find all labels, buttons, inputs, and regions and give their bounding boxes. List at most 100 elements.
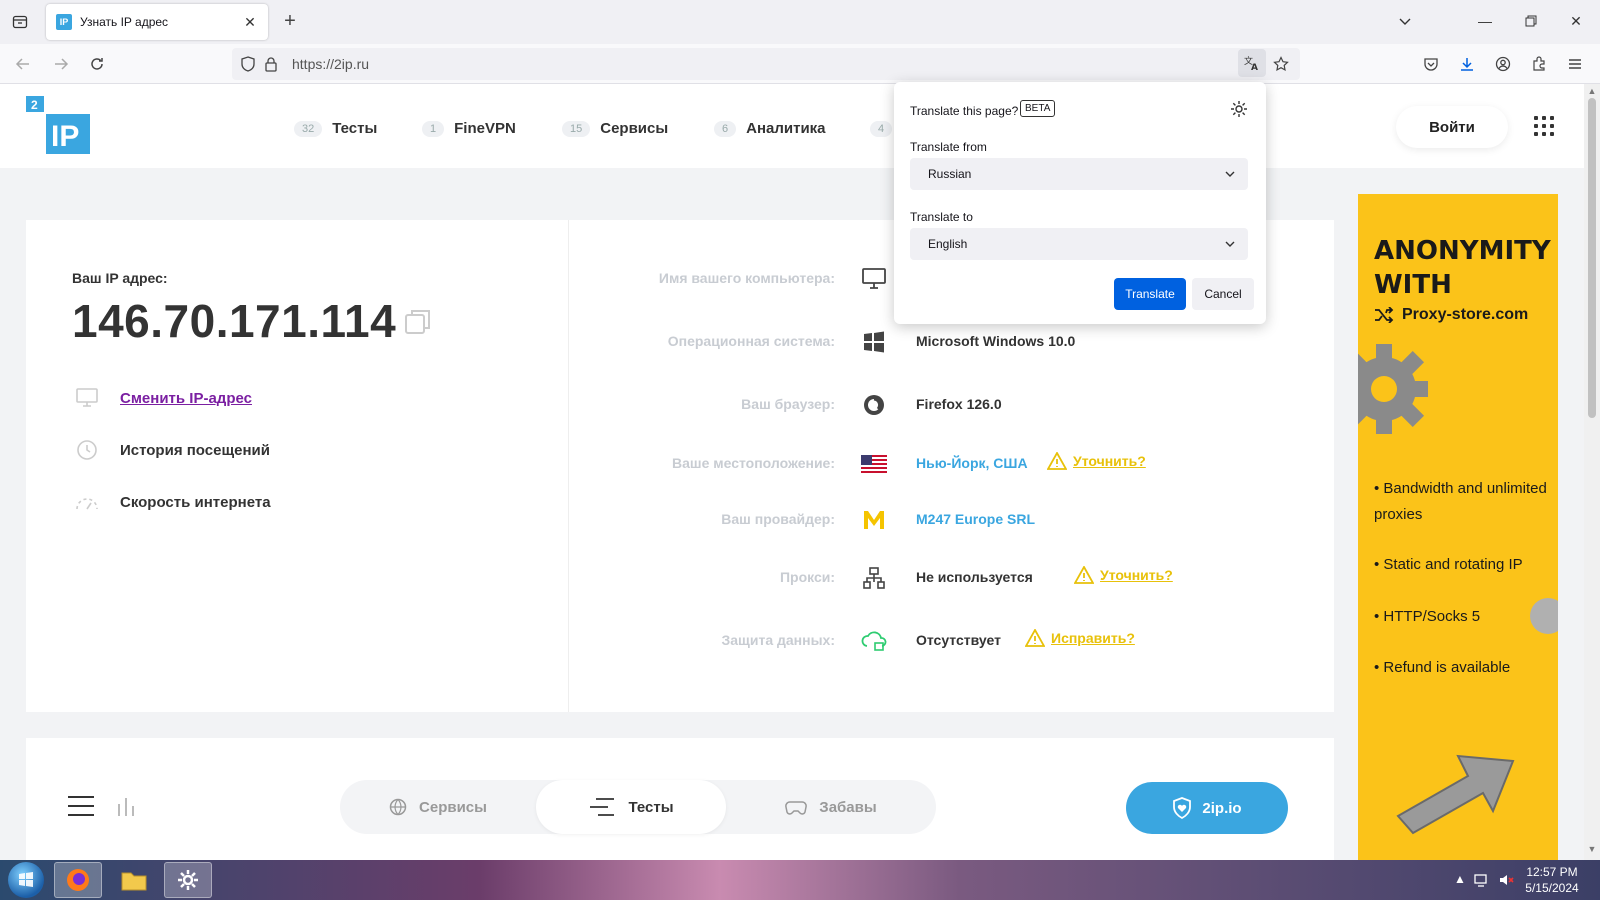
apps-grid-icon[interactable]: [1534, 116, 1554, 136]
internet-speed-label: Скорость интернета: [120, 493, 271, 511]
2ip-io-button[interactable]: 2ip.io: [1126, 782, 1288, 834]
category-switcher: Сервисы Тесты Забавы: [340, 780, 936, 834]
firefox-icon: [67, 869, 89, 891]
internet-speed-link[interactable]: Скорость интернета: [72, 490, 271, 514]
clarify-proxy-link[interactable]: Уточнить?: [1074, 566, 1173, 584]
gear-icon: [1358, 344, 1428, 434]
info-row-os: Операционная система: Microsoft Windows …: [569, 327, 1335, 357]
copy-icon[interactable]: [404, 308, 432, 336]
translate-page-icon[interactable]: 文A: [1238, 49, 1266, 77]
ad-title: ANONYMITY WITH: [1374, 234, 1551, 302]
menu-services[interactable]: 15 Сервисы: [562, 120, 668, 137]
translate-from-select[interactable]: Russian: [910, 158, 1248, 190]
monitor-arrow-icon: [72, 386, 102, 410]
menu-count: 15: [562, 120, 591, 137]
tab-list-icon[interactable]: [8, 10, 32, 34]
translate-to-value: English: [928, 237, 968, 251]
ad-bullet: • Bandwidth and unlimited proxies: [1374, 480, 1547, 523]
hamburger-menu-icon[interactable]: [68, 796, 94, 816]
shield-icon[interactable]: [240, 56, 256, 77]
site-logo[interactable]: 2 IP: [26, 96, 92, 162]
menu-count: 6: [714, 120, 737, 137]
close-window-button[interactable]: ✕: [1561, 8, 1591, 34]
minimize-button[interactable]: —: [1470, 8, 1500, 34]
account-icon[interactable]: [1490, 52, 1516, 76]
url-text[interactable]: https://2ip.ru: [292, 56, 369, 72]
login-button[interactable]: Войти: [1396, 106, 1508, 148]
lock-icon[interactable]: [264, 56, 278, 77]
close-tab-icon[interactable]: ✕: [242, 14, 258, 31]
ip-card: Ваш IP адрес: 146.70.171.114 Сменить IP-…: [26, 220, 568, 712]
stats-icon[interactable]: [116, 796, 140, 818]
scroll-down-icon[interactable]: ▼: [1584, 844, 1600, 858]
visit-history-label: История посещений: [120, 441, 270, 459]
forward-icon[interactable]: [48, 52, 74, 76]
tab-title: Узнать IP адрес: [80, 15, 169, 29]
shield-heart-icon: [1173, 797, 1192, 819]
advertisement-banner[interactable]: ANONYMITY WITH Proxy-store.com • Bandwid…: [1358, 194, 1558, 860]
web-page: 2 IP 32 Тесты 1 FineVPN 15 Сервисы 6 Ана…: [0, 84, 1584, 860]
browser-nav-bar: https://2ip.ru: [0, 44, 1600, 84]
network-tray-icon[interactable]: [1474, 872, 1490, 891]
chevron-down-icon: [1225, 171, 1235, 177]
provider-value[interactable]: M247 Europe SRL: [916, 511, 1035, 527]
svg-text:2: 2: [31, 98, 38, 112]
menu-label: FineVPN: [454, 120, 516, 137]
pocket-icon[interactable]: [1418, 52, 1444, 76]
segment-label: Забавы: [819, 798, 877, 816]
arrow-graphic: [1396, 754, 1515, 835]
tray-overflow-icon[interactable]: ▲: [1454, 872, 1466, 886]
change-ip-link[interactable]: Сменить IP-адрес: [72, 386, 252, 410]
info-label: Ваш браузер:: [741, 396, 835, 412]
firefox-icon: [861, 392, 887, 418]
clarify-label: Уточнить?: [1073, 453, 1146, 469]
translate-from-value: Russian: [928, 167, 972, 181]
reload-icon[interactable]: [84, 52, 110, 76]
menu-tests[interactable]: 32 Тесты: [294, 120, 377, 137]
info-label: Защита данных:: [721, 632, 836, 648]
extensions-icon[interactable]: [1526, 52, 1552, 76]
popup-title: Translate this page?: [910, 104, 1019, 118]
translate-to-select[interactable]: English: [910, 228, 1248, 260]
back-icon[interactable]: [10, 52, 36, 76]
app-menu-icon[interactable]: [1562, 52, 1588, 76]
browser-tab[interactable]: IP Узнать IP адрес ✕: [46, 4, 268, 40]
ad-title-line2: WITH: [1374, 270, 1452, 300]
taskbar-firefox[interactable]: [54, 862, 102, 898]
segment-services[interactable]: Сервисы: [340, 780, 536, 834]
downloads-icon[interactable]: [1454, 52, 1480, 76]
fix-protection-link[interactable]: Исправить?: [1025, 629, 1135, 647]
cancel-button[interactable]: Cancel: [1192, 278, 1254, 310]
visit-history-link[interactable]: История посещений: [72, 438, 270, 462]
sphere-graphic: [1530, 598, 1558, 634]
ip-address-value[interactable]: 146.70.171.114: [72, 294, 396, 348]
settings-gear-icon[interactable]: [1230, 100, 1248, 118]
scroll-thumb[interactable]: [1588, 98, 1596, 418]
taskbar-settings[interactable]: [164, 862, 212, 898]
menu-finevpn[interactable]: 1 FineVPN: [422, 120, 516, 137]
info-label: Ваше местоположение:: [672, 455, 835, 471]
new-tab-button[interactable]: +: [278, 10, 302, 34]
segment-fun[interactable]: Забавы: [726, 780, 936, 834]
taskbar-clock[interactable]: 12:57 PM 5/15/2024: [1512, 864, 1592, 896]
ad-title-line1: ANONYMITY: [1374, 236, 1551, 266]
bottom-toolbar: Сервисы Тесты Забавы 2ip.io: [26, 738, 1334, 860]
menu-analytics[interactable]: 6 Аналитика: [714, 120, 826, 137]
translate-button[interactable]: Translate: [1114, 278, 1186, 310]
segment-label: Тесты: [628, 798, 674, 816]
us-flag-icon: [861, 451, 887, 477]
page-scrollbar[interactable]: ▲ ▼: [1584, 84, 1600, 860]
bookmark-star-icon[interactable]: [1268, 52, 1294, 76]
start-button[interactable]: [8, 862, 44, 898]
clarify-location-link[interactable]: Уточнить?: [1047, 452, 1146, 470]
tab-overflow-chevron-icon[interactable]: [1390, 8, 1420, 34]
menu-label: Тесты: [332, 120, 378, 137]
segment-tests[interactable]: Тесты: [536, 780, 726, 834]
url-bar[interactable]: https://2ip.ru: [232, 48, 1300, 80]
location-value[interactable]: Нью-Йорк, США: [916, 455, 1028, 471]
shuffle-icon: [1375, 307, 1394, 323]
restore-button[interactable]: [1516, 8, 1546, 34]
info-row-provider: Ваш провайдер: M247 Europe SRL: [569, 505, 1335, 535]
segment-label: Сервисы: [419, 798, 487, 816]
taskbar-file-explorer[interactable]: [110, 862, 158, 898]
